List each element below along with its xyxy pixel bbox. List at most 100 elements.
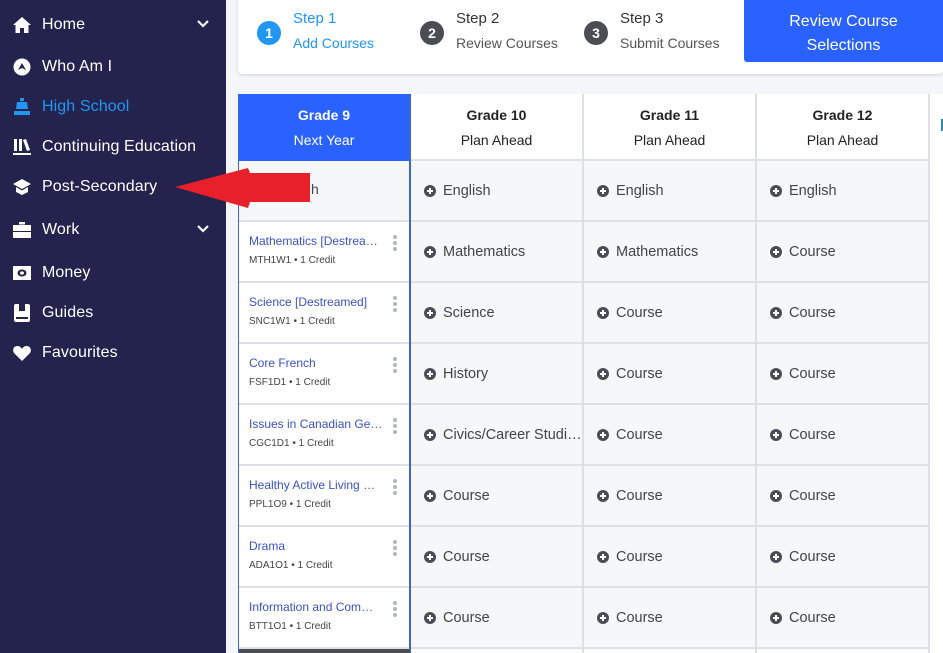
- books-icon: [12, 137, 32, 157]
- course-code: MTH1W1: [249, 255, 292, 266]
- course-name[interactable]: Information and Communication Technology: [249, 600, 383, 614]
- sidebar-item-home[interactable]: Home: [0, 7, 226, 43]
- course-card[interactable]: Information and Communication Technology…: [239, 588, 409, 649]
- slot-label: Course: [443, 548, 490, 565]
- step-title: Step 1: [293, 10, 337, 27]
- more-options-icon[interactable]: [393, 235, 397, 251]
- slot-label: Course: [789, 365, 836, 382]
- slot-label: Course: [789, 548, 836, 565]
- add-course-slot[interactable]: History: [411, 344, 582, 405]
- course-credit: 1 Credit: [295, 621, 331, 632]
- graduation-cap-icon: [12, 177, 32, 197]
- more-options-icon[interactable]: [393, 418, 397, 434]
- course-name[interactable]: Healthy Active Living Education: [249, 478, 383, 492]
- grade-header[interactable]: Grade 9 Next Year: [239, 94, 409, 161]
- add-course-slot[interactable]: Course: [411, 527, 582, 588]
- home-icon: [12, 15, 32, 35]
- more-options-icon[interactable]: [393, 479, 397, 495]
- plus-circle-icon: [597, 306, 609, 319]
- course-slot[interactable]: h: [239, 161, 409, 222]
- sidebar-item-label: Post-Secondary: [42, 178, 158, 195]
- plus-circle-icon: [770, 245, 782, 258]
- course-name[interactable]: Mathematics [Destreamed]: [249, 234, 383, 248]
- sidebar-item-who-am-i[interactable]: Who Am I: [0, 49, 226, 85]
- add-course-slot[interactable]: English: [411, 161, 582, 222]
- slot-label: History: [443, 365, 489, 382]
- step-3[interactable]: 3 Step 3 Submit Courses: [584, 4, 720, 53]
- more-options-icon[interactable]: [393, 296, 397, 312]
- sidebar-item-continuing-education[interactable]: Continuing Education: [0, 129, 226, 165]
- more-options-icon[interactable]: [393, 540, 397, 556]
- sidebar-item-money[interactable]: Money: [0, 255, 226, 291]
- add-course-slot[interactable]: Course: [757, 344, 928, 405]
- step-2[interactable]: 2 Step 2 Review Courses: [420, 4, 558, 53]
- add-course-slot[interactable]: Course: [584, 344, 755, 405]
- grade-header[interactable]: Grade 10 Plan Ahead: [411, 94, 582, 161]
- course-name[interactable]: Science [Destreamed]: [249, 295, 367, 309]
- add-course-slot[interactable]: Course: [584, 527, 755, 588]
- review-course-selections-button[interactable]: Review Course Selections: [744, 0, 943, 62]
- chevron-down-icon[interactable]: [196, 222, 210, 236]
- sidebar-item-label: Guides: [42, 304, 94, 321]
- sidebar-item-favourites[interactable]: Favourites: [0, 335, 226, 371]
- sidebar: Home Who Am I High School Continuing Edu…: [0, 0, 226, 653]
- add-course-slot[interactable]: Mathematics: [584, 222, 755, 283]
- course-name[interactable]: Core French: [249, 356, 316, 370]
- chevron-down-icon[interactable]: [196, 17, 210, 31]
- course-name[interactable]: Drama: [249, 539, 285, 553]
- grade-header[interactable]: Grade 11 Plan Ahead: [584, 94, 755, 161]
- add-course-slot[interactable]: Course: [757, 588, 928, 649]
- add-course-slot[interactable]: Course: [584, 405, 755, 466]
- more-options-icon[interactable]: [393, 357, 397, 373]
- course-credit: 1 Credit: [300, 255, 336, 266]
- add-course-slot[interactable]: Course: [584, 283, 755, 344]
- step-subtitle: Add Courses: [293, 35, 374, 51]
- course-code-credit: ADA1O1 • 1 Credit: [249, 560, 333, 571]
- add-course-slot[interactable]: Course: [584, 466, 755, 527]
- add-course-slot[interactable]: Course: [584, 588, 755, 649]
- sidebar-item-label: Continuing Education: [42, 138, 197, 155]
- course-code: CGC1D1: [249, 438, 290, 449]
- course-card[interactable]: Science [Destreamed] SNC1W1 • 1 Credit: [239, 283, 409, 344]
- plus-circle-icon: [597, 367, 609, 380]
- sidebar-item-high-school[interactable]: High School: [0, 89, 226, 125]
- course-card[interactable]: Core French FSF1D1 • 1 Credit: [239, 344, 409, 405]
- plus-circle-icon: [424, 367, 436, 380]
- sidebar-item-label: Money: [42, 264, 91, 281]
- grade-subtitle: Plan Ahead: [633, 132, 706, 148]
- book-icon: [12, 303, 32, 323]
- plus-circle-icon: [597, 489, 609, 502]
- sidebar-item-post-secondary[interactable]: Post-Secondary: [0, 169, 226, 205]
- add-course-slot[interactable]: Course: [757, 283, 928, 344]
- add-course-slot[interactable]: Science: [411, 283, 582, 344]
- course-name[interactable]: Issues in Canadian Geography: [249, 417, 383, 431]
- compass-icon: [12, 57, 32, 77]
- course-card[interactable]: Mathematics [Destreamed] MTH1W1 • 1 Credi…: [239, 222, 409, 283]
- course-card[interactable]: Issues in Canadian Geography CGC1D1 • 1 C…: [239, 405, 409, 466]
- grade-11-column: Grade 11 Plan Ahead English Mathematics Co…: [584, 94, 757, 653]
- step-1[interactable]: 1 Step 1 Add Courses: [257, 4, 374, 53]
- course-card[interactable]: Drama ADA1O1 • 1 Credit: [239, 527, 409, 588]
- slot-label: Civics/Career Studies: [443, 426, 582, 443]
- sidebar-item-guides[interactable]: Guides: [0, 295, 226, 331]
- add-course-slot[interactable]: Course: [757, 466, 928, 527]
- add-course-slot[interactable]: Course: [757, 527, 928, 588]
- course-code-credit: PPL1O9 • 1 Credit: [249, 499, 331, 510]
- add-course-slot[interactable]: Civics/Career Studies: [411, 405, 582, 466]
- more-options-icon[interactable]: [393, 601, 397, 617]
- course-credit: 1 Credit: [299, 316, 335, 327]
- heart-icon: [12, 343, 32, 363]
- sidebar-item-work[interactable]: Work: [0, 212, 226, 248]
- add-course-slot[interactable]: Course: [757, 222, 928, 283]
- grade-header[interactable]: Grade 12 Plan Ahead: [757, 94, 928, 161]
- slot-label: Course: [443, 487, 490, 504]
- add-course-slot[interactable]: Mathematics: [411, 222, 582, 283]
- add-course-slot[interactable]: English: [757, 161, 928, 222]
- sidebar-item-label: Home: [42, 16, 86, 33]
- add-course-slot[interactable]: Course: [757, 405, 928, 466]
- add-course-slot[interactable]: Course: [411, 588, 582, 649]
- add-course-slot[interactable]: English: [584, 161, 755, 222]
- add-course-slot[interactable]: Course: [411, 466, 582, 527]
- slot-label: English: [443, 182, 491, 199]
- course-card[interactable]: Healthy Active Living Education PPL1O9 • …: [239, 466, 409, 527]
